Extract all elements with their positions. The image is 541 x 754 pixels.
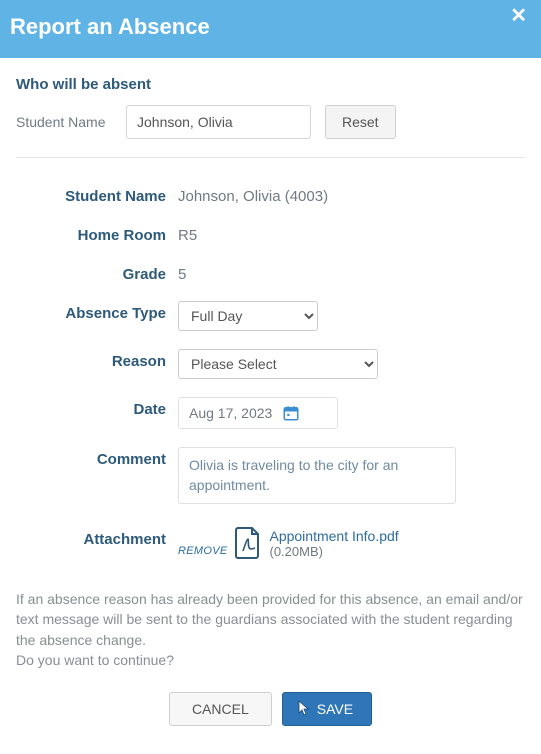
value-grade: 5 <box>178 262 525 283</box>
modal-header: Report an Absence ✕ <box>0 0 541 58</box>
attachment-filesize: (0.20MB) <box>269 544 398 559</box>
cursor-icon <box>295 700 311 718</box>
modal-body: Who will be absent Student Name Reset St… <box>0 58 541 754</box>
date-input[interactable]: Aug 17, 2023 <box>178 397 338 429</box>
file-pdf-icon <box>235 527 261 559</box>
label-absence-type: Absence Type <box>16 301 166 322</box>
date-value: Aug 17, 2023 <box>189 405 272 421</box>
label-date: Date <box>16 397 166 418</box>
reason-cell: Please Select <box>178 349 525 379</box>
absence-type-cell: Full Day <box>178 301 525 331</box>
label-student-name: Student Name <box>16 184 166 205</box>
cancel-button[interactable]: CANCEL <box>169 692 272 726</box>
action-bar: CANCEL SAVE <box>16 692 525 744</box>
label-attachment: Attachment <box>16 527 166 548</box>
comment-cell <box>178 447 525 509</box>
divider <box>16 157 525 158</box>
absence-form: Student Name Johnson, Olivia (4003) Home… <box>16 184 525 559</box>
absence-type-select[interactable]: Full Day <box>178 301 318 331</box>
notice-line1: If an absence reason has already been pr… <box>16 589 525 650</box>
label-reason: Reason <box>16 349 166 370</box>
attachment-cell: REMOVE Appointment Info.pdf (0.20MB) <box>178 527 525 559</box>
confirmation-notice: If an absence reason has already been pr… <box>16 589 525 670</box>
comment-input[interactable] <box>178 447 456 504</box>
modal-title: Report an Absence <box>10 14 210 39</box>
save-label: SAVE <box>317 701 353 717</box>
calendar-icon <box>282 404 300 422</box>
value-home-room: R5 <box>178 223 525 244</box>
date-cell: Aug 17, 2023 <box>178 397 525 429</box>
close-icon[interactable]: ✕ <box>510 6 527 26</box>
student-name-input[interactable] <box>126 105 311 139</box>
reset-button[interactable]: Reset <box>325 105 396 139</box>
label-comment: Comment <box>16 447 166 468</box>
reason-select[interactable]: Please Select <box>178 349 378 379</box>
student-name-row: Student Name Reset <box>16 105 525 139</box>
value-student-name: Johnson, Olivia (4003) <box>178 184 525 205</box>
label-home-room: Home Room <box>16 223 166 244</box>
who-section-title: Who will be absent <box>16 76 525 93</box>
remove-attachment-link[interactable]: REMOVE <box>178 545 227 557</box>
label-grade: Grade <box>16 262 166 283</box>
attachment-filename[interactable]: Appointment Info.pdf <box>269 528 398 544</box>
notice-line2: Do you want to continue? <box>16 650 525 670</box>
attachment-meta: Appointment Info.pdf (0.20MB) <box>269 528 398 559</box>
report-absence-modal: Report an Absence ✕ Who will be absent S… <box>0 0 541 754</box>
save-button[interactable]: SAVE <box>282 692 372 726</box>
student-name-label: Student Name <box>16 114 116 130</box>
